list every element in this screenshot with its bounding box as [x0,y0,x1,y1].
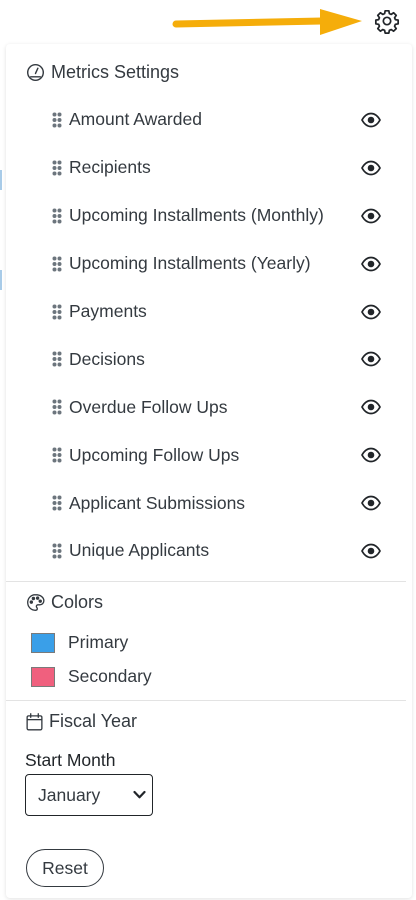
start-month-select[interactable]: January [25,774,153,816]
metric-label: Upcoming Installments (Yearly) [69,253,311,274]
drag-handle-icon[interactable] [52,351,62,367]
metric-label: Decisions [69,348,145,369]
metric-label: Payments [69,301,147,321]
eye-icon[interactable] [361,304,381,320]
metric-label: Unique Applicants [69,540,210,561]
fiscal-year-heading: Fiscal Year [26,711,137,732]
primary-color-swatch[interactable] [31,632,55,653]
eye-icon[interactable] [361,351,381,367]
metric-item-recipients[interactable]: Recipients [6,144,412,192]
chevron-down-icon [133,790,146,799]
reset-button[interactable]: Reset [26,849,104,887]
eye-icon[interactable] [361,495,381,511]
eye-icon[interactable] [361,208,381,224]
metric-item-payments[interactable]: Payments [6,288,412,336]
settings-button[interactable] [372,6,402,36]
section-divider [6,581,406,582]
metrics-settings-title: Metrics Settings [51,62,180,82]
metric-item-overdue-follow-ups[interactable]: Overdue Follow Ups [6,383,412,431]
background-edge [0,150,2,360]
drag-handle-icon[interactable] [52,495,62,511]
metric-item-decisions[interactable]: Decisions [6,335,412,383]
secondary-color-label: Secondary [68,666,152,686]
start-month-label: Start Month [25,750,116,770]
eye-icon[interactable] [361,112,381,128]
color-primary-row[interactable]: Primary [31,632,128,653]
metric-item-upcoming-installments-yearly[interactable]: Upcoming Installments (Yearly) [6,240,412,288]
metric-item-amount-awarded[interactable]: Amount Awarded [6,96,412,144]
arrow-right-icon [172,9,362,35]
metric-label: Applicant Submissions [69,492,246,513]
eye-icon[interactable] [361,447,381,463]
metric-item-applicant-submissions[interactable]: Applicant Submissions [6,479,412,527]
eye-icon[interactable] [361,160,381,176]
eye-icon[interactable] [361,543,381,559]
section-divider [6,700,406,701]
drag-handle-icon[interactable] [52,256,62,272]
metric-label: Overdue Follow Ups [69,396,228,417]
palette-icon [27,594,45,611]
drag-handle-icon[interactable] [52,399,62,415]
gauge-icon [26,63,45,82]
drag-handle-icon[interactable] [52,160,62,176]
settings-panel: Metrics Settings Amount Awarded Recipien… [6,44,412,898]
secondary-color-swatch[interactable] [31,666,55,687]
metric-item-upcoming-installments-monthly[interactable]: Upcoming Installments (Monthly) [6,192,412,240]
metric-label: Recipients [69,157,151,178]
gear-icon [374,9,400,34]
fiscal-year-title: Fiscal Year [49,711,138,731]
colors-title: Colors [51,592,104,612]
drag-handle-icon[interactable] [52,112,62,128]
metrics-settings-heading: Metrics Settings [26,62,179,83]
metric-item-unique-applicants[interactable]: Unique Applicants [6,527,412,575]
page: Metrics Settings Amount Awarded Recipien… [0,0,416,900]
primary-color-label: Primary [68,632,129,652]
eye-icon[interactable] [361,399,381,415]
eye-icon[interactable] [361,256,381,272]
metric-label: Upcoming Installments (Monthly) [69,205,324,226]
drag-handle-icon[interactable] [52,208,62,224]
color-secondary-row[interactable]: Secondary [31,666,152,687]
drag-handle-icon[interactable] [52,447,62,463]
metric-item-upcoming-follow-ups[interactable]: Upcoming Follow Ups [6,431,412,479]
metric-label: Upcoming Follow Ups [69,444,240,465]
calendar-icon [26,712,43,731]
metric-label: Amount Awarded [69,109,202,130]
drag-handle-icon[interactable] [52,543,62,559]
metrics-list: Amount Awarded Recipients Upcoming Insta… [6,96,412,575]
start-month-value: January [38,784,101,805]
colors-heading: Colors [26,592,103,613]
drag-handle-icon[interactable] [52,304,62,320]
